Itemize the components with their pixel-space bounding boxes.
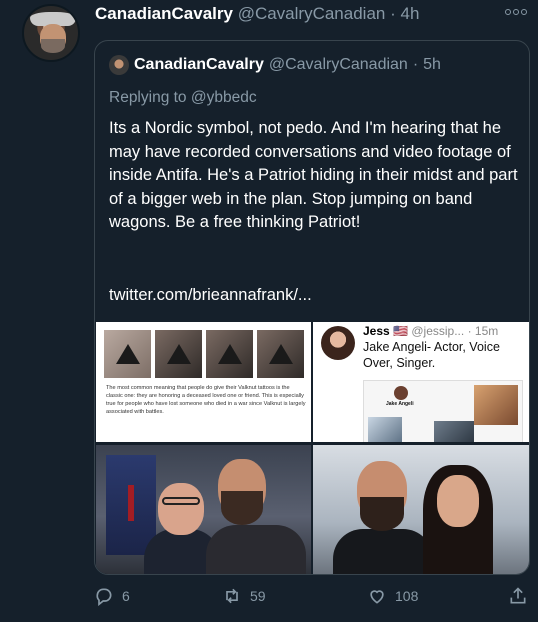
media-grid: The most common meaning that people do g… — [96, 322, 529, 574]
card-name: Jake Angeli — [386, 401, 414, 407]
beard — [221, 491, 263, 525]
action-bar: 6 59 108 — [94, 584, 534, 610]
card-photo — [434, 421, 474, 442]
embedded-handle: @jessip... — [411, 324, 465, 338]
quoted-header: CanadianCavalry @CavalryCanadian · 5h — [109, 55, 441, 75]
tattoo-photo — [257, 330, 304, 378]
quoted-display-name: CanadianCavalry — [134, 56, 264, 73]
tattoo-photo — [155, 330, 202, 378]
flag-icon: 🇺🇸 — [393, 324, 408, 338]
quoted-separator: · — [412, 56, 419, 73]
person-head — [437, 475, 479, 527]
tattoo-photo — [206, 330, 253, 378]
retweet-icon — [226, 588, 238, 604]
embedded-text: Jake Angeli- Actor, Voice Over, Singer. — [363, 340, 500, 370]
display-name[interactable]: CanadianCavalry — [95, 4, 233, 23]
quoted-link[interactable]: twitter.com/brieannafrank/... — [109, 286, 312, 305]
embedded-time: 15m — [474, 324, 499, 338]
avatar[interactable] — [22, 4, 80, 62]
mini-avatar — [394, 386, 408, 400]
media-image-embedded-tweet[interactable]: Jess 🇺🇸 @jessip... · 15m Jake Angeli- Ac… — [313, 322, 529, 442]
tattoo-photos — [104, 330, 304, 378]
share-icon — [510, 587, 526, 604]
embedded-header: Jess 🇺🇸 @jessip... · 15m — [363, 324, 499, 338]
like-icon — [370, 590, 384, 604]
tweet-header: CanadianCavalry @CavalryCanadian · 4h — [95, 4, 419, 24]
beard — [360, 497, 404, 531]
reply-icon — [96, 588, 112, 606]
quoted-handle: @CavalryCanadian — [268, 56, 408, 73]
reply-count: 6 — [122, 588, 130, 604]
embedded-profile-card: Jake Angeli — [363, 380, 523, 442]
embedded-name: Jess — [363, 324, 390, 338]
handle[interactable]: @CavalryCanadian — [238, 4, 386, 23]
retweet-count: 59 — [250, 588, 266, 604]
reply-button[interactable]: 6 — [94, 586, 130, 606]
tattoo-caption: The most common meaning that people do g… — [106, 385, 306, 415]
retweet-button[interactable]: 59 — [222, 586, 266, 606]
media-image-tattoos[interactable]: The most common meaning that people do g… — [96, 322, 313, 442]
share-button[interactable] — [508, 586, 528, 606]
card-photo — [474, 385, 518, 425]
like-button[interactable]: 108 — [367, 586, 418, 606]
more-icon[interactable] — [505, 9, 527, 15]
person-head — [158, 483, 204, 535]
quoted-text: Its a Nordic symbol, not pedo. And I'm h… — [109, 119, 518, 231]
separator: · — [390, 4, 396, 23]
suit — [333, 529, 433, 574]
media-image-selfie[interactable] — [313, 445, 529, 574]
like-count: 108 — [395, 588, 419, 604]
quoted-timestamp: 5h — [423, 56, 441, 73]
tattoo-photo — [104, 330, 151, 378]
timestamp[interactable]: 4h — [401, 4, 420, 23]
replying-to: Replying to @ybbedc — [109, 89, 257, 106]
quoted-tweet[interactable]: CanadianCavalry @CavalryCanadian · 5h Re… — [94, 40, 530, 575]
avatar-beard — [41, 39, 65, 53]
glasses — [162, 497, 200, 505]
embedded-avatar — [321, 326, 355, 360]
quoted-avatar — [109, 55, 129, 75]
suit — [206, 525, 306, 574]
tweet-card: CanadianCavalry @CavalryCanadian · 4h Ca… — [0, 0, 538, 622]
card-photo — [368, 417, 402, 442]
red-tie — [128, 485, 134, 521]
media-image-group-photo[interactable] — [96, 445, 313, 574]
